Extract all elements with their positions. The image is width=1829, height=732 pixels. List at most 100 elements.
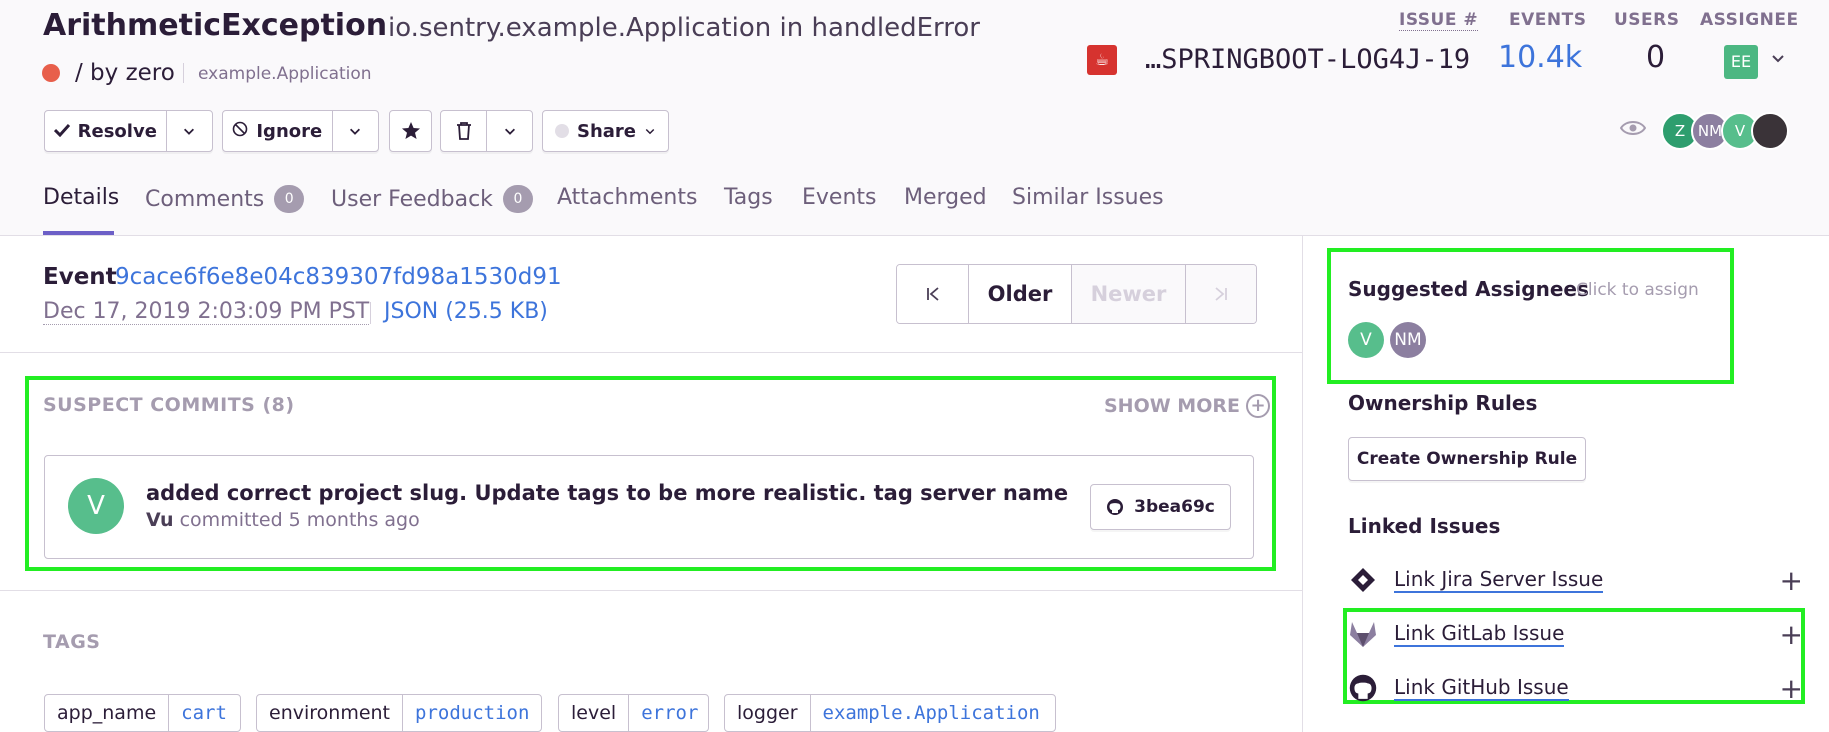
count-badge: 0 bbox=[502, 185, 533, 213]
chevron-down-icon bbox=[350, 128, 361, 135]
resolve-label: Resolve bbox=[77, 120, 157, 142]
older-event-button[interactable]: Older bbox=[969, 265, 1072, 323]
bookmark-button[interactable] bbox=[389, 110, 432, 152]
delete-button-group bbox=[440, 110, 533, 152]
event-json-link[interactable]: JSON (25.5 KB) bbox=[384, 299, 548, 324]
tab-label: Merged bbox=[904, 185, 987, 210]
tab-label: Similar Issues bbox=[1012, 185, 1164, 210]
tab-comments[interactable]: Comments 0 bbox=[145, 185, 305, 213]
commit-sha-button[interactable]: 3bea69c bbox=[1090, 484, 1231, 530]
users-count[interactable]: 0 bbox=[1646, 40, 1665, 75]
plus-circle-icon: + bbox=[1245, 394, 1270, 418]
tab-similar-issues[interactable]: Similar Issues bbox=[1012, 185, 1164, 210]
tag-pill[interactable]: logger example.Application bbox=[724, 694, 1056, 732]
link-gitlab-issue[interactable]: Link GitLab Issue bbox=[1394, 621, 1565, 647]
ignore-button[interactable]: Ignore bbox=[223, 121, 332, 142]
first-event-button[interactable] bbox=[897, 265, 969, 323]
event-date: Dec 17, 2019 2:03:09 PM PST bbox=[43, 299, 370, 325]
issue-short-id[interactable]: …SPRINGBOOT-LOG4J-19 bbox=[1145, 44, 1470, 75]
commit-meta: Vu committed 5 months ago bbox=[146, 509, 420, 531]
tab-tags[interactable]: Tags bbox=[724, 185, 773, 210]
tag-value[interactable]: example.Application bbox=[811, 695, 1052, 731]
suggested-assignee-avatar[interactable]: NM bbox=[1390, 322, 1426, 358]
commit-time: committed 5 months ago bbox=[179, 509, 420, 531]
suggested-assignees-title: Suggested Assignees bbox=[1348, 277, 1589, 301]
link-jira-row: Link Jira Server Issue + bbox=[1348, 560, 1803, 600]
meta-separator bbox=[370, 302, 371, 324]
tab-label: Comments bbox=[145, 186, 265, 212]
show-more-button[interactable]: SHOW MORE + bbox=[1104, 394, 1270, 418]
tag-value[interactable]: production bbox=[403, 695, 541, 731]
tab-user-feedback[interactable]: User Feedback 0 bbox=[331, 185, 533, 213]
tag-key: level bbox=[559, 695, 630, 731]
resolve-button[interactable]: Resolve bbox=[45, 121, 166, 142]
tag-key: environment bbox=[257, 695, 404, 731]
tab-events[interactable]: Events bbox=[802, 185, 877, 210]
tag-pill[interactable]: environment production bbox=[256, 694, 542, 732]
tab-label: Attachments bbox=[557, 185, 698, 210]
users-label: USERS bbox=[1614, 10, 1680, 30]
tag-value[interactable]: error bbox=[629, 695, 708, 731]
ignore-dropdown-button[interactable] bbox=[331, 111, 378, 151]
last-page-icon bbox=[1215, 287, 1227, 301]
share-status-icon bbox=[554, 124, 569, 138]
java-platform-icon: ☕ bbox=[1087, 45, 1117, 75]
link-gitlab-row: Link GitLab Issue + bbox=[1348, 614, 1803, 654]
tab-details[interactable]: Details bbox=[43, 185, 119, 210]
tag-key: app_name bbox=[45, 695, 170, 731]
event-id-link[interactable]: 9cace6f6e8e04c839307fd98a1530d91 bbox=[115, 264, 562, 290]
tag-value[interactable]: cart bbox=[169, 695, 239, 731]
gitlab-icon bbox=[1348, 619, 1378, 649]
events-count[interactable]: 10.4k bbox=[1498, 40, 1582, 75]
add-link-gitlab-button[interactable]: + bbox=[1780, 618, 1803, 651]
link-github-issue[interactable]: Link GitHub Issue bbox=[1394, 675, 1569, 701]
tab-label: User Feedback bbox=[331, 186, 493, 212]
section-divider bbox=[0, 590, 1302, 591]
chevron-down-icon bbox=[645, 128, 655, 135]
issue-culprit: io.sentry.example.Application in handled… bbox=[388, 13, 980, 43]
tab-merged[interactable]: Merged bbox=[904, 185, 987, 210]
create-ownership-rule-button[interactable]: Create Ownership Rule bbox=[1348, 437, 1586, 481]
issue-number-label: ISSUE # bbox=[1399, 10, 1479, 31]
tab-attachments[interactable]: Attachments bbox=[557, 185, 697, 210]
tag-pill[interactable]: level error bbox=[558, 694, 709, 732]
tag-key: logger bbox=[725, 695, 811, 731]
suggested-assignee-avatar[interactable]: V bbox=[1348, 322, 1384, 358]
event-label: Event bbox=[43, 264, 117, 290]
trash-icon bbox=[456, 122, 471, 140]
jira-icon bbox=[1348, 565, 1378, 595]
suspect-commits-title: SUSPECT COMMITS (8) bbox=[43, 394, 295, 416]
tab-label: Events bbox=[802, 185, 877, 210]
delete-button[interactable] bbox=[441, 121, 486, 141]
issue-title: ArithmeticException bbox=[43, 8, 388, 43]
ownership-rules-title: Ownership Rules bbox=[1348, 391, 1538, 415]
issue-location: example.Application bbox=[198, 64, 372, 84]
share-button[interactable]: Share bbox=[542, 110, 669, 152]
resolve-button-group: Resolve bbox=[44, 110, 213, 152]
resolve-dropdown-button[interactable] bbox=[165, 111, 212, 151]
link-jira-server-issue[interactable]: Link Jira Server Issue bbox=[1394, 567, 1604, 593]
chevron-down-icon[interactable] bbox=[1770, 50, 1786, 71]
add-link-github-button[interactable]: + bbox=[1780, 672, 1803, 705]
tab-label: Tags bbox=[724, 185, 773, 210]
tag-pill[interactable]: app_name cart bbox=[44, 694, 241, 732]
add-link-jira-button[interactable]: + bbox=[1780, 564, 1803, 597]
commit-sha: 3bea69c bbox=[1134, 497, 1215, 517]
count-badge: 0 bbox=[274, 185, 305, 213]
chevron-down-icon bbox=[184, 128, 195, 135]
section-divider bbox=[0, 352, 1302, 353]
commit-author-avatar: V bbox=[68, 478, 124, 534]
ignore-icon bbox=[232, 121, 248, 142]
github-icon bbox=[1348, 673, 1378, 703]
participant-photo-avatar[interactable] bbox=[1751, 112, 1789, 150]
star-icon bbox=[401, 122, 420, 139]
check-icon bbox=[53, 121, 70, 142]
eye-icon[interactable] bbox=[1619, 115, 1647, 143]
last-event-button[interactable] bbox=[1186, 265, 1256, 323]
newer-event-button[interactable]: Newer bbox=[1072, 265, 1186, 323]
github-icon bbox=[1107, 499, 1124, 515]
ignore-label: Ignore bbox=[256, 120, 323, 142]
tags-title: TAGS bbox=[43, 631, 101, 653]
delete-dropdown-button[interactable] bbox=[486, 111, 532, 151]
assignee-avatar[interactable]: EE bbox=[1724, 45, 1758, 79]
